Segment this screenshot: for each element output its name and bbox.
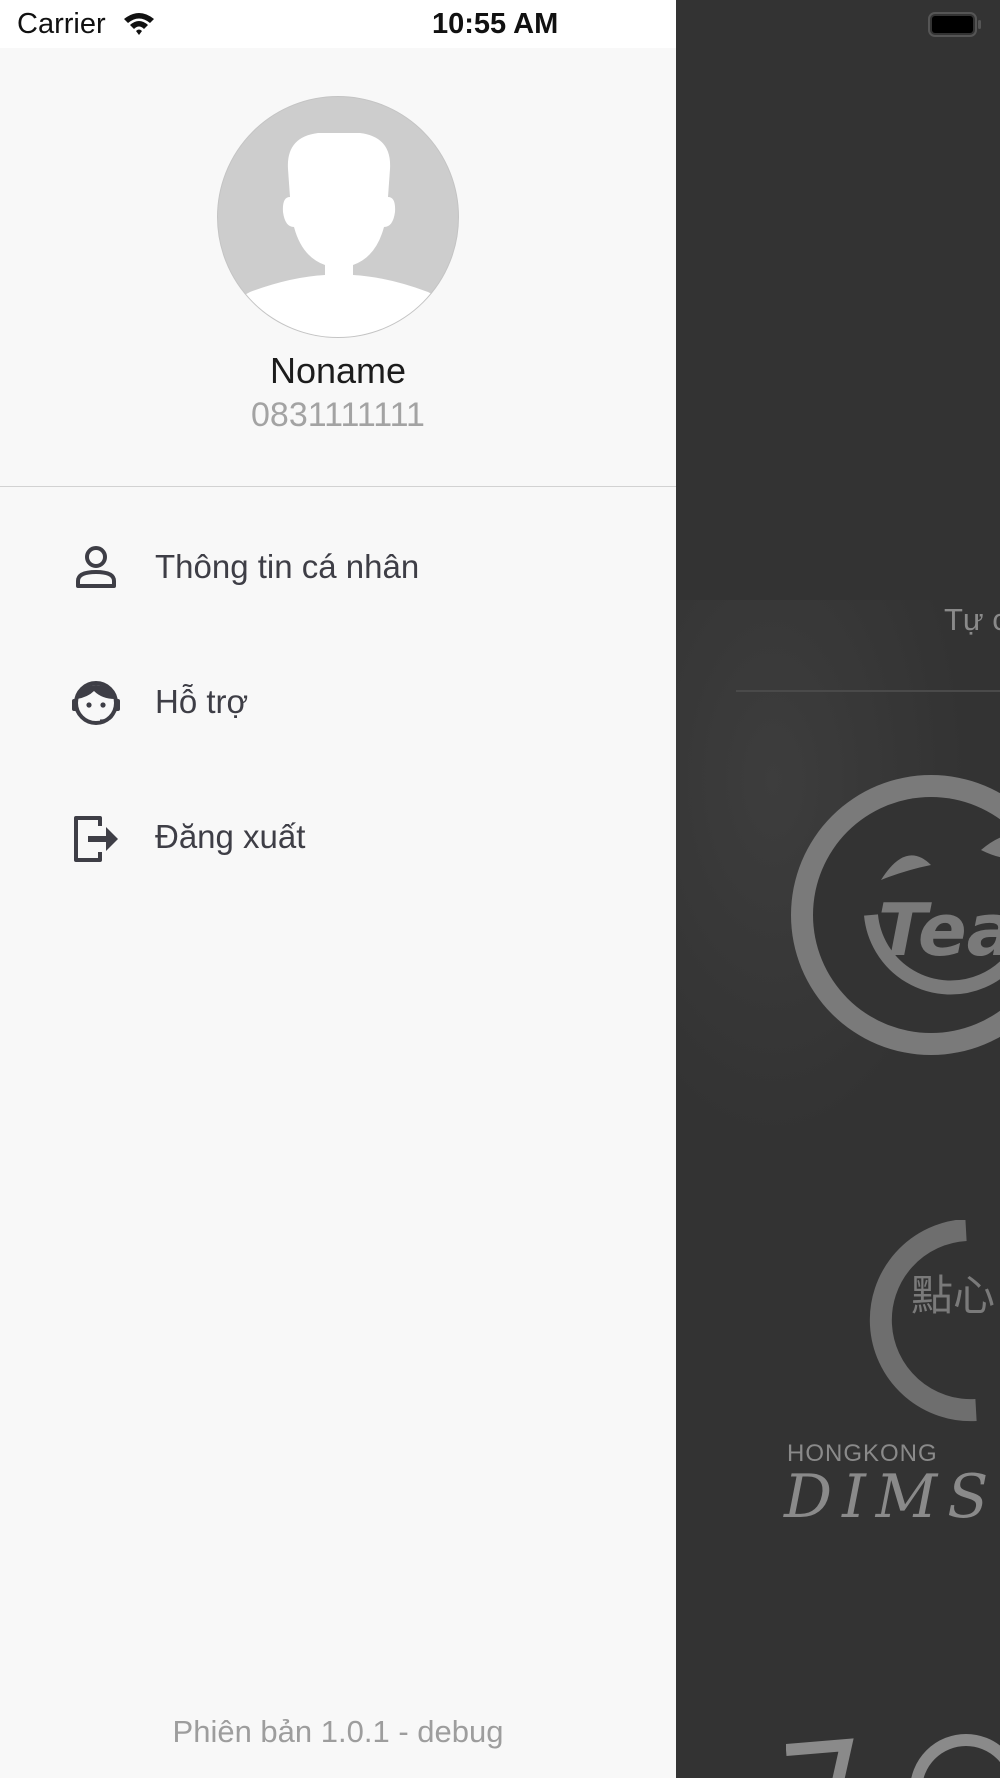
- bottom-logo-icon: [786, 1734, 1000, 1778]
- dimsum-dims-label: DIMS: [784, 1462, 999, 1532]
- header-divider: [0, 486, 676, 487]
- default-user-icon: [218, 133, 458, 337]
- menu-item-logout[interactable]: Đăng xuất: [0, 778, 676, 898]
- support-agent-icon: [72, 681, 120, 725]
- menu-item-profile[interactable]: Thông tin cá nhân: [0, 508, 676, 628]
- carrier-label: Carrier: [17, 8, 106, 40]
- status-bar: Carrier 10:55 AM: [0, 0, 1000, 48]
- logout-icon: [74, 816, 118, 862]
- menu-item-support[interactable]: Hỗ trợ: [0, 643, 676, 763]
- menu-item-label: Thông tin cá nhân: [155, 548, 420, 585]
- background-app-overlay[interactable]: Tự c Tea 點心 HONGKONG DIMS: [676, 0, 1000, 1778]
- tea-logo-text: Tea: [878, 888, 1000, 972]
- menu-item-label: Đăng xuất: [155, 818, 306, 855]
- wifi-icon: [124, 13, 154, 35]
- background-divider: [736, 690, 1000, 692]
- user-phone: 0831111111: [251, 396, 425, 434]
- app-version: Phiên bản 1.0.1 - debug: [172, 1714, 504, 1749]
- status-time: 10:55 AM: [432, 8, 559, 40]
- tea-logo-icon: Tea: [791, 775, 1000, 1055]
- dimsum-chinese-text: 點心: [911, 1271, 995, 1320]
- person-icon: [76, 546, 116, 588]
- avatar[interactable]: [217, 96, 459, 338]
- navigation-drawer: Noname 0831111111 Thông tin cá nhân Hỗ t…: [0, 0, 676, 1778]
- menu-item-label: Hỗ trợ: [155, 683, 249, 720]
- user-name: Noname: [269, 350, 407, 391]
- background-partial-text: Tự c: [944, 602, 1000, 637]
- battery-icon: [928, 12, 981, 37]
